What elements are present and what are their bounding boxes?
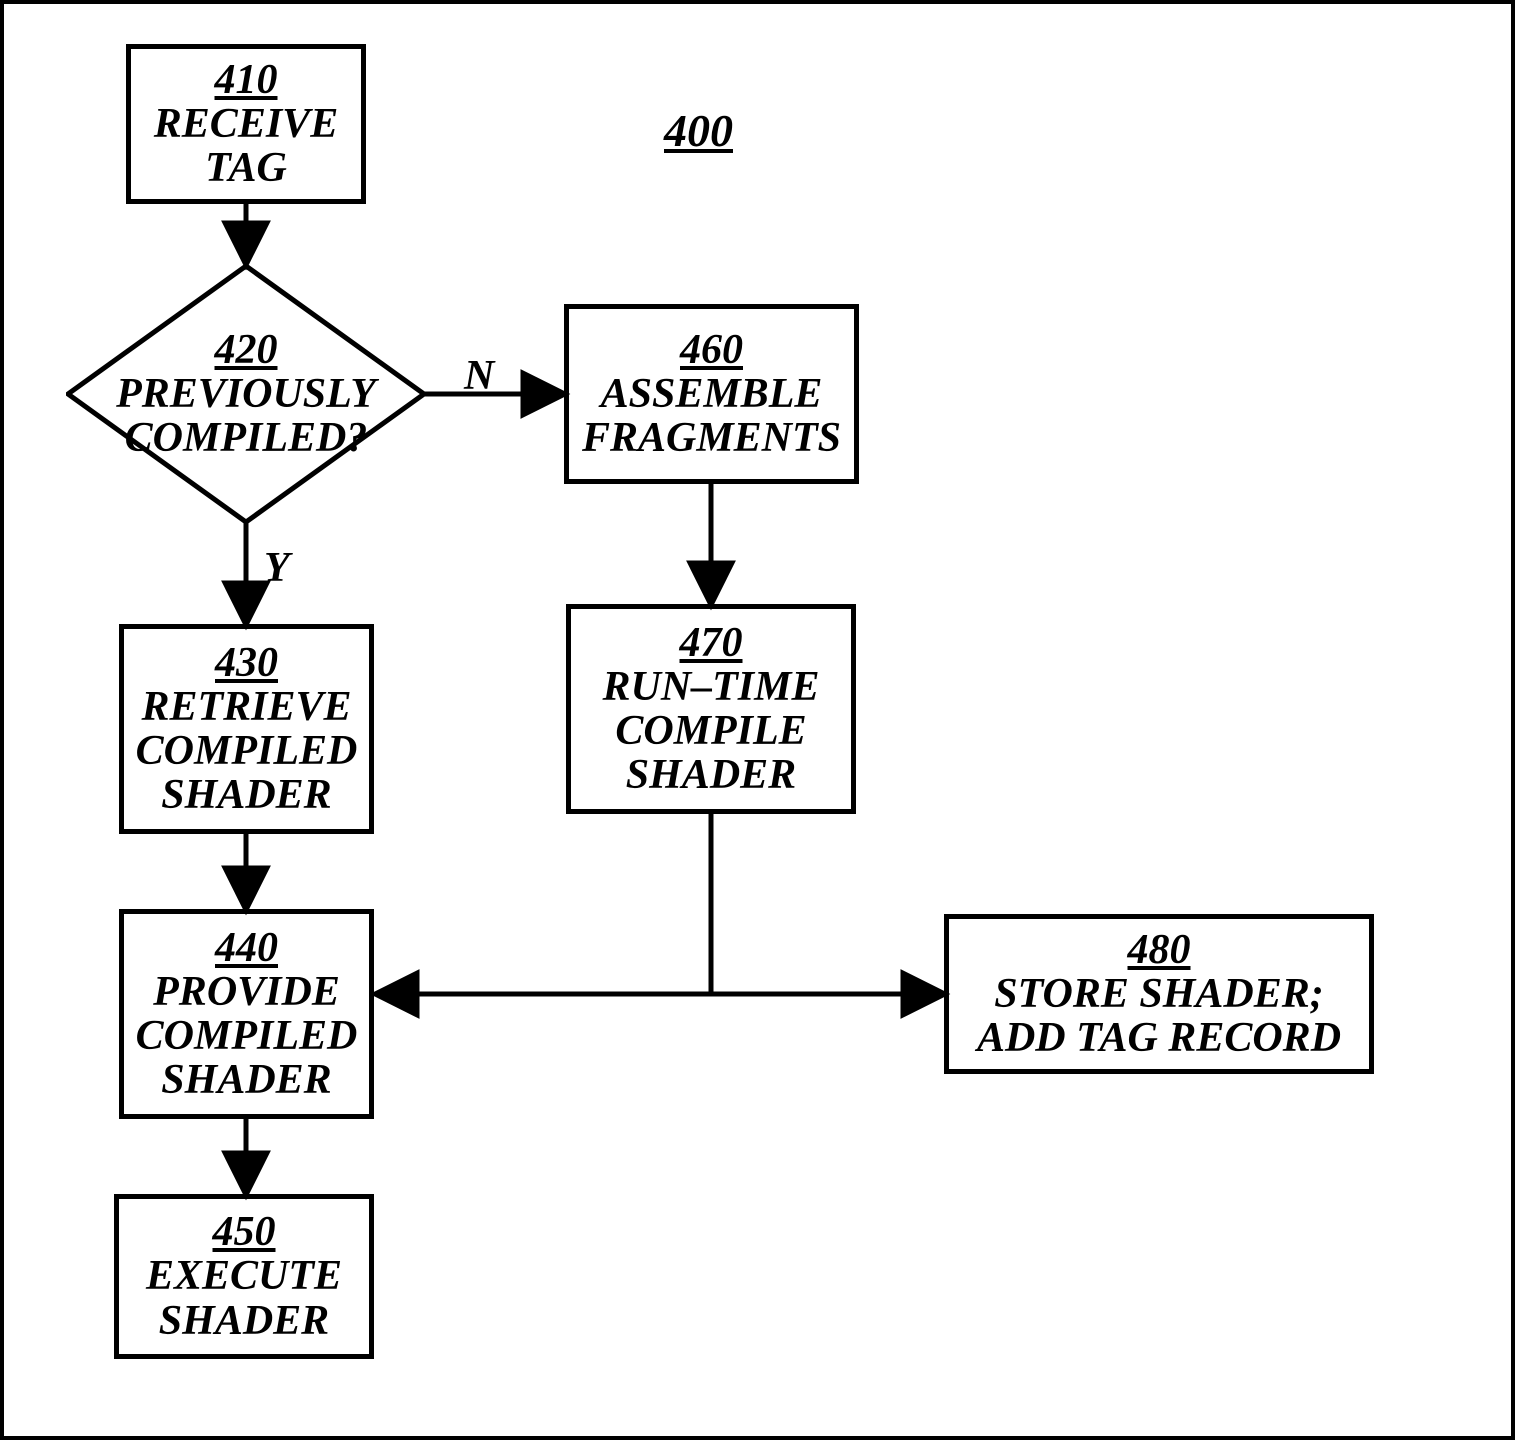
- node-450: 450 EXECUTESHADER: [114, 1194, 374, 1359]
- node-470-text: RUN–TIMECOMPILESHADER: [602, 665, 819, 797]
- node-440-num: 440: [215, 926, 278, 970]
- node-440-text: PROVIDECOMPILEDSHADER: [136, 970, 358, 1102]
- node-450-num: 450: [213, 1210, 276, 1254]
- diagram-label: 400: [664, 104, 733, 157]
- node-410-text: RECEIVETAG: [154, 102, 338, 190]
- node-440: 440 PROVIDECOMPILEDSHADER: [119, 909, 374, 1119]
- node-460: 460 ASSEMBLEFRAGMENTS: [564, 304, 859, 484]
- node-470: 470 RUN–TIMECOMPILESHADER: [566, 604, 856, 814]
- node-460-num: 460: [680, 328, 743, 372]
- node-430-text: RETRIEVECOMPILEDSHADER: [136, 685, 358, 817]
- node-410: 410 RECEIVETAG: [126, 44, 366, 204]
- node-480: 480 STORE SHADER;ADD TAG RECORD: [944, 914, 1374, 1074]
- node-420-num: 420: [215, 328, 278, 372]
- branch-no-label: N: [464, 352, 494, 400]
- node-460-text: ASSEMBLEFRAGMENTS: [582, 372, 841, 460]
- node-480-text: STORE SHADER;ADD TAG RECORD: [977, 972, 1341, 1060]
- node-420-text: PREVIOUSLYCOMPILED?: [116, 372, 376, 460]
- flowchart-canvas: 400 410 RECEIVETAG 420 PREVIOUSLYCOMPILE…: [0, 0, 1515, 1440]
- node-450-text: EXECUTESHADER: [146, 1254, 342, 1342]
- node-430: 430 RETRIEVECOMPILEDSHADER: [119, 624, 374, 834]
- branch-yes-label: Y: [264, 544, 290, 592]
- node-470-num: 470: [680, 621, 743, 665]
- node-430-num: 430: [215, 641, 278, 685]
- node-420-content: 420 PREVIOUSLYCOMPILED?: [66, 264, 426, 524]
- node-410-num: 410: [215, 58, 278, 102]
- node-420: 420 PREVIOUSLYCOMPILED?: [66, 264, 426, 524]
- node-480-num: 480: [1128, 928, 1191, 972]
